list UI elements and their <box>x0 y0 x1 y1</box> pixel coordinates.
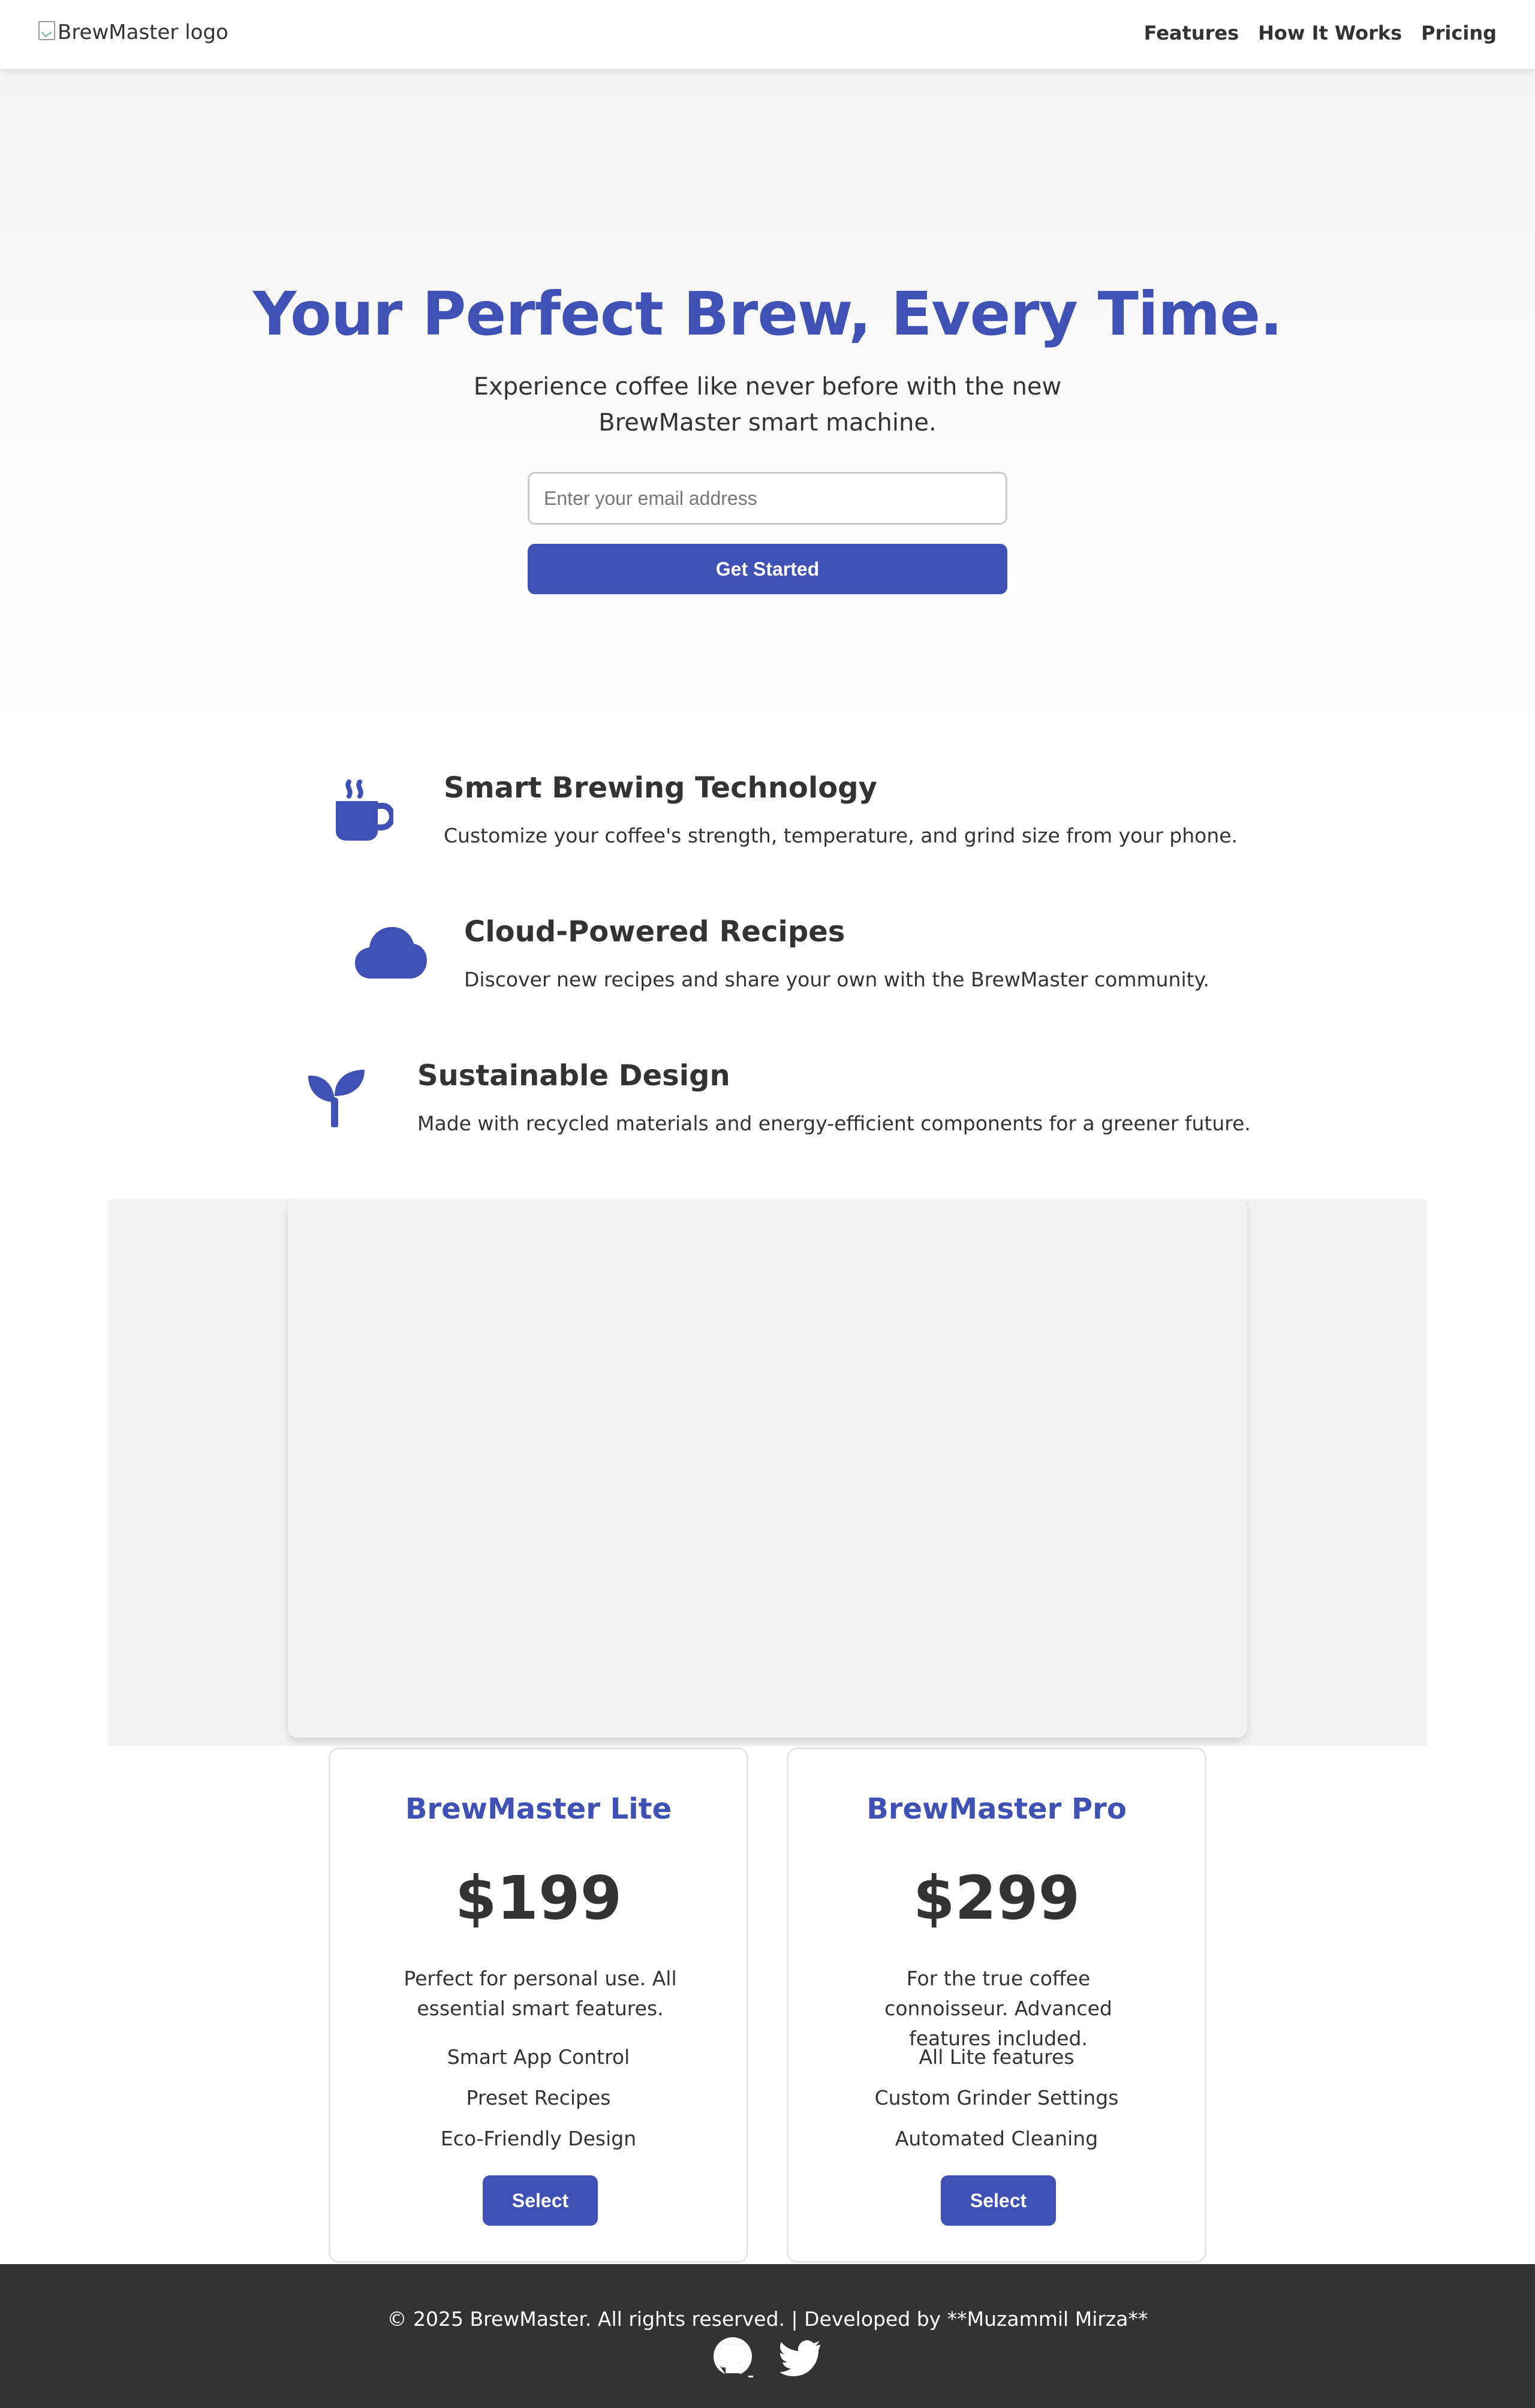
plan-name: BrewMaster Lite <box>405 1792 672 1826</box>
broken-image-icon <box>38 21 55 40</box>
site-footer: © 2025 BrewMaster. All rights reserved. … <box>0 2264 1535 2408</box>
plan-feature-item: Preset Recipes <box>466 2086 611 2109</box>
hero-title: Your Perfect Brew, Every Time. <box>252 279 1283 349</box>
hero-section: Your Perfect Brew, Every Time. Experienc… <box>0 69 1535 738</box>
plan-feature-list: All Lite features Custom Grinder Setting… <box>788 2037 1205 2159</box>
pricing-card-pro: BrewMaster Pro $299 For the true coffee … <box>787 1747 1206 2263</box>
nav-link-features[interactable]: Features <box>1144 22 1239 44</box>
feature-text: Made with recycled materials and energy-… <box>417 1112 1251 1135</box>
select-lite-button[interactable]: Select <box>483 2175 598 2226</box>
plan-feature-list: Smart App Control Preset Recipes Eco-Fri… <box>330 2037 747 2159</box>
coffee-cup-icon <box>336 779 393 841</box>
brand-logo[interactable]: BrewMaster logo <box>38 20 228 44</box>
footer-copyright: © 2025 BrewMaster. All rights reserved. … <box>387 2307 1148 2331</box>
plan-name: BrewMaster Pro <box>866 1792 1127 1826</box>
hero-subtitle: Experience coffee like never before with… <box>473 373 1062 437</box>
plan-price: $299 <box>913 1863 1080 1933</box>
feature-title: Smart Brewing Technology <box>444 771 877 805</box>
plan-price: $199 <box>455 1863 622 1933</box>
pricing-card-lite: BrewMaster Lite $199 Perfect for persona… <box>329 1747 748 2263</box>
plan-feature-item: Smart App Control <box>447 2045 630 2069</box>
plan-description: Perfect for personal use. All essential … <box>404 1967 677 2020</box>
plan-feature-item: All Lite features <box>919 2045 1074 2069</box>
feature-title: Cloud-Powered Recipes <box>464 915 845 949</box>
select-pro-button[interactable]: Select <box>941 2175 1056 2226</box>
nav-link-pricing[interactable]: Pricing <box>1421 22 1497 44</box>
social-links <box>0 2336 1535 2379</box>
seedling-icon <box>308 1070 365 1127</box>
feature-text: Customize your coffee's strength, temper… <box>444 824 1238 847</box>
plan-feature-item: Automated Cleaning <box>895 2127 1098 2150</box>
plan-feature-item: Custom Grinder Settings <box>874 2086 1119 2109</box>
github-icon[interactable] <box>712 2336 756 2379</box>
get-started-button[interactable]: Get Started <box>528 544 1007 594</box>
cloud-icon <box>355 927 427 979</box>
twitter-icon[interactable] <box>779 2336 823 2379</box>
feature-title: Sustainable Design <box>417 1059 730 1092</box>
feature-text: Discover new recipes and share your own … <box>464 968 1209 991</box>
email-input[interactable] <box>528 472 1007 525</box>
nav-link-how-it-works[interactable]: How It Works <box>1258 22 1402 44</box>
site-header: BrewMaster logo Features How It Works Pr… <box>0 0 1535 69</box>
product-showcase-card <box>288 1199 1247 1738</box>
main-nav: Features How It Works Pricing <box>1144 22 1497 44</box>
logo-alt-text: BrewMaster logo <box>58 20 228 44</box>
plan-feature-item: Eco-Friendly Design <box>440 2127 637 2150</box>
